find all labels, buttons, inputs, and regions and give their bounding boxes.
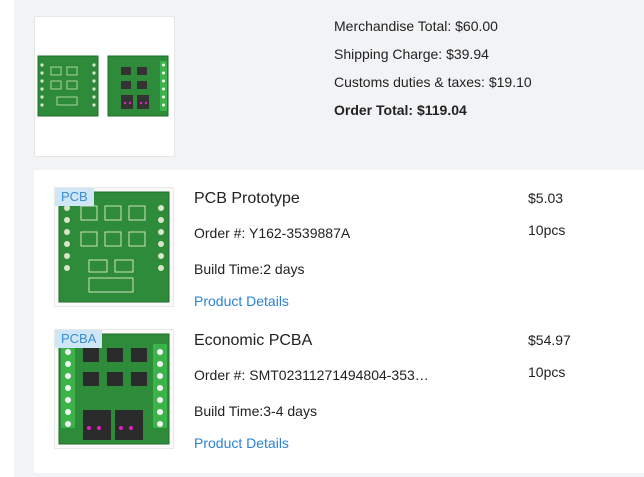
item-quantity: 10pcs xyxy=(528,364,566,380)
order-number: Order #: SMT02311271494804-353… xyxy=(194,367,429,383)
pcba-thumbnail xyxy=(107,55,169,117)
build-time: Build Time:2 days xyxy=(194,261,305,277)
build-time: Build Time:3-4 days xyxy=(194,403,317,419)
customs-duties: Customs duties & taxes: $19.10 xyxy=(334,74,532,90)
product-details-link[interactable]: Product Details xyxy=(194,435,289,451)
order-number: Order #: Y162-3539887A xyxy=(194,225,351,241)
product-title: Economic PCBA xyxy=(194,332,313,349)
totals-block: Merchandise Total: $60.00 Shipping Charg… xyxy=(334,14,532,126)
pcb-thumbnail xyxy=(37,55,99,117)
item-price: $54.97 xyxy=(528,332,571,348)
merchandise-total: Merchandise Total: $60.00 xyxy=(334,18,498,34)
item-price: $5.03 xyxy=(528,190,564,206)
product-details-link[interactable]: Product Details xyxy=(194,293,289,309)
item-quantity: 10pcs xyxy=(528,222,566,238)
shipping-charge: Shipping Charge: $39.94 xyxy=(334,46,489,62)
order-thumbnails xyxy=(34,16,175,157)
product-image: PCB xyxy=(54,187,174,307)
product-type-tag: PCBA xyxy=(55,330,103,348)
product-type-tag: PCB xyxy=(55,188,94,206)
product-title: PCB Prototype xyxy=(194,190,300,207)
product-image: PCBA xyxy=(54,329,174,449)
order-items-card: PCB PCB Prototype Order #: Y162-3539887A… xyxy=(34,170,644,473)
order-total: Order Total: $119.04 xyxy=(334,102,467,118)
